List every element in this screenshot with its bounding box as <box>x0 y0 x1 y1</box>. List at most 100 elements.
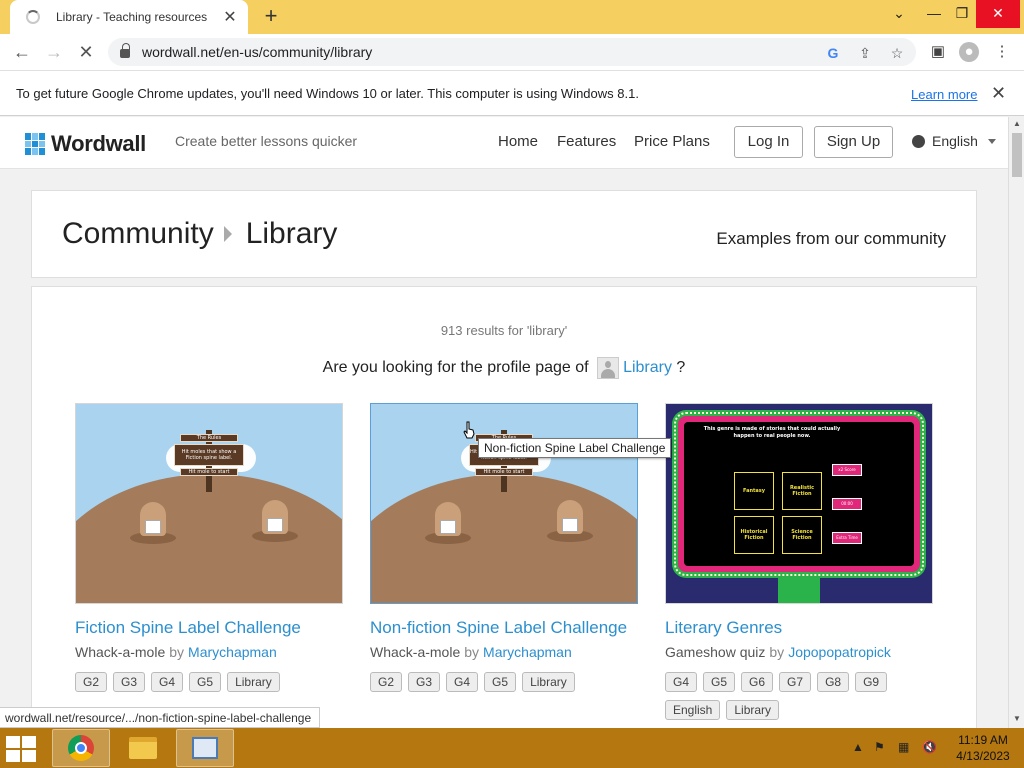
nav-features[interactable]: Features <box>557 133 616 150</box>
clock-time: 11:19 AM <box>958 733 1008 747</box>
activity-thumbnail[interactable]: The Rules Hit moles that show a Fiction … <box>75 403 343 604</box>
tag[interactable]: English <box>665 700 721 720</box>
tag[interactable]: G9 <box>855 672 888 692</box>
back-arrow-icon[interactable]: ← <box>10 40 34 64</box>
activity-title[interactable]: Fiction Spine Label Challenge <box>75 616 343 639</box>
tab-search-icon[interactable]: ⌄ <box>881 0 917 28</box>
by-label: by <box>769 644 785 660</box>
page-scrollbar[interactable]: ▲ ▼ <box>1008 117 1024 728</box>
thumb-start-text: Hit mole to start <box>180 468 238 476</box>
language-selector[interactable]: English <box>912 133 996 149</box>
breadcrumb-community[interactable]: Community <box>62 217 214 251</box>
tagline: Create better lessons quicker <box>175 133 358 149</box>
wordwall-logo[interactable]: Wordwall <box>25 131 146 157</box>
share-icon[interactable]: ⇪ <box>856 44 874 62</box>
breadcrumb: Community Library <box>62 217 337 251</box>
tag[interactable]: Library <box>227 672 280 692</box>
network-icon[interactable]: ▦ <box>898 740 909 754</box>
address-bar[interactable]: wordwall.net/en-us/community/library <box>108 38 916 66</box>
activity-thumbnail[interactable]: This genre is made of stories that could… <box>665 403 933 604</box>
results-count: 913 results for 'library' <box>440 323 568 338</box>
scroll-down-icon[interactable]: ▼ <box>1013 714 1021 723</box>
stop-icon[interactable]: ✕ <box>74 40 98 64</box>
taskbar-file-explorer[interactable] <box>114 729 172 767</box>
profile-avatar-icon[interactable]: ● <box>959 42 979 62</box>
taskbar-control-panel[interactable] <box>176 729 234 767</box>
volume-muted-icon[interactable]: 🔇 <box>922 740 937 754</box>
rules-sign: The Rules Hit moles that show a Fiction … <box>174 430 244 492</box>
profile-link[interactable]: Library <box>623 359 672 376</box>
tag[interactable]: G5 <box>189 672 222 692</box>
author-link[interactable]: Marychapman <box>483 644 572 660</box>
tag[interactable]: G8 <box>817 672 850 692</box>
system-clock[interactable]: 11:19 AM 4/13/2023 <box>950 732 1016 764</box>
learn-more-link[interactable]: Learn more <box>911 87 977 102</box>
thumb-answer: Science Fiction <box>782 516 822 554</box>
tag[interactable]: G6 <box>741 672 774 692</box>
browser-toolbar: ← → ✕ wordwall.net/en-us/community/libra… <box>0 34 1024 70</box>
tag[interactable]: G4 <box>446 672 479 692</box>
login-button[interactable]: Log In <box>734 126 803 158</box>
thumb-start-text: Hit mole to start <box>475 468 533 476</box>
activity-type: Whack-a-mole <box>370 644 461 660</box>
tag[interactable]: G2 <box>370 672 403 692</box>
activity-meta: Whack-a-mole by Marychapman <box>370 644 638 660</box>
mole-icon <box>547 500 593 542</box>
author-link[interactable]: Jopopopatropick <box>788 644 891 660</box>
thumb-answer: Historical Fiction <box>734 516 774 554</box>
activity-card[interactable]: This genre is made of stories that could… <box>665 403 933 728</box>
tag[interactable]: G5 <box>484 672 517 692</box>
side-panel-icon[interactable]: ▣ <box>928 42 948 62</box>
profile-question-text: Are you looking for the profile page of <box>322 359 589 377</box>
tray-overflow-icon[interactable]: ▲ <box>852 740 864 754</box>
nav-price-plans[interactable]: Price Plans <box>634 133 710 150</box>
signup-button[interactable]: Sign Up <box>814 126 893 158</box>
tag[interactable]: G7 <box>779 672 812 692</box>
activity-title[interactable]: Non-fiction Spine Label Challenge <box>370 616 638 639</box>
mole-icon <box>425 502 471 544</box>
activity-type: Whack-a-mole <box>75 644 166 660</box>
tag[interactable]: G4 <box>665 672 698 692</box>
restore-button[interactable]: ❐ <box>944 0 980 28</box>
tag[interactable]: G3 <box>408 672 441 692</box>
scrollbar-thumb[interactable] <box>1012 133 1022 177</box>
windows-start-icon[interactable] <box>6 736 38 762</box>
thumb-question: This genre is made of stories that could… <box>703 426 841 439</box>
activity-thumbnail[interactable]: The Rules Hit moles that show a Non-fict… <box>370 403 638 604</box>
new-tab-button[interactable]: + <box>258 4 284 30</box>
tag[interactable]: Library <box>522 672 575 692</box>
thumb-rules-heading: The Rules <box>180 434 238 442</box>
tag[interactable]: G2 <box>75 672 108 692</box>
by-label: by <box>169 644 185 660</box>
bookmark-star-icon[interactable]: ☆ <box>888 44 906 62</box>
control-panel-icon <box>192 737 218 759</box>
thumb-button: Extra Time <box>832 532 862 544</box>
tag[interactable]: G5 <box>703 672 736 692</box>
url-text[interactable]: wordwall.net/en-us/community/library <box>142 44 372 60</box>
windows-taskbar: ▲ ⚑ ▦ 🔇 11:19 AM 4/13/2023 <box>0 728 1024 768</box>
author-link[interactable]: Marychapman <box>188 644 277 660</box>
scroll-up-icon[interactable]: ▲ <box>1013 119 1021 128</box>
infobar-close-icon[interactable]: ✕ <box>991 83 1006 104</box>
browser-tab[interactable]: Library - Teaching resources ✕ <box>10 0 248 34</box>
tag[interactable]: G4 <box>151 672 184 692</box>
action-center-flag-icon[interactable]: ⚑ <box>874 740 885 754</box>
activity-title[interactable]: Literary Genres <box>665 616 933 639</box>
lock-icon[interactable] <box>120 43 130 58</box>
window-close-button[interactable]: ✕ <box>976 0 1020 28</box>
profile-question-mark: ? <box>676 359 686 377</box>
google-translate-icon[interactable]: G <box>824 44 842 62</box>
tab-close-icon[interactable]: ✕ <box>222 7 238 27</box>
chrome-menu-icon[interactable]: ⋮ <box>992 42 1012 62</box>
taskbar-chrome[interactable] <box>52 729 110 767</box>
tag[interactable]: G3 <box>113 672 146 692</box>
tag[interactable]: Library <box>726 700 780 720</box>
breadcrumb-panel: Community Library Examples from our comm… <box>31 190 977 278</box>
page-content: Wordwall Create better lessons quicker H… <box>0 117 1008 728</box>
page-subtitle: Examples from our community <box>716 229 946 248</box>
avatar[interactable] <box>597 357 620 379</box>
tag-list: G2 G3 G4 G5 Library <box>370 672 638 700</box>
forward-arrow-icon[interactable]: → <box>42 40 66 64</box>
nav-home[interactable]: Home <box>498 133 538 150</box>
activity-card[interactable]: The Rules Hit moles that show a Fiction … <box>75 403 343 700</box>
